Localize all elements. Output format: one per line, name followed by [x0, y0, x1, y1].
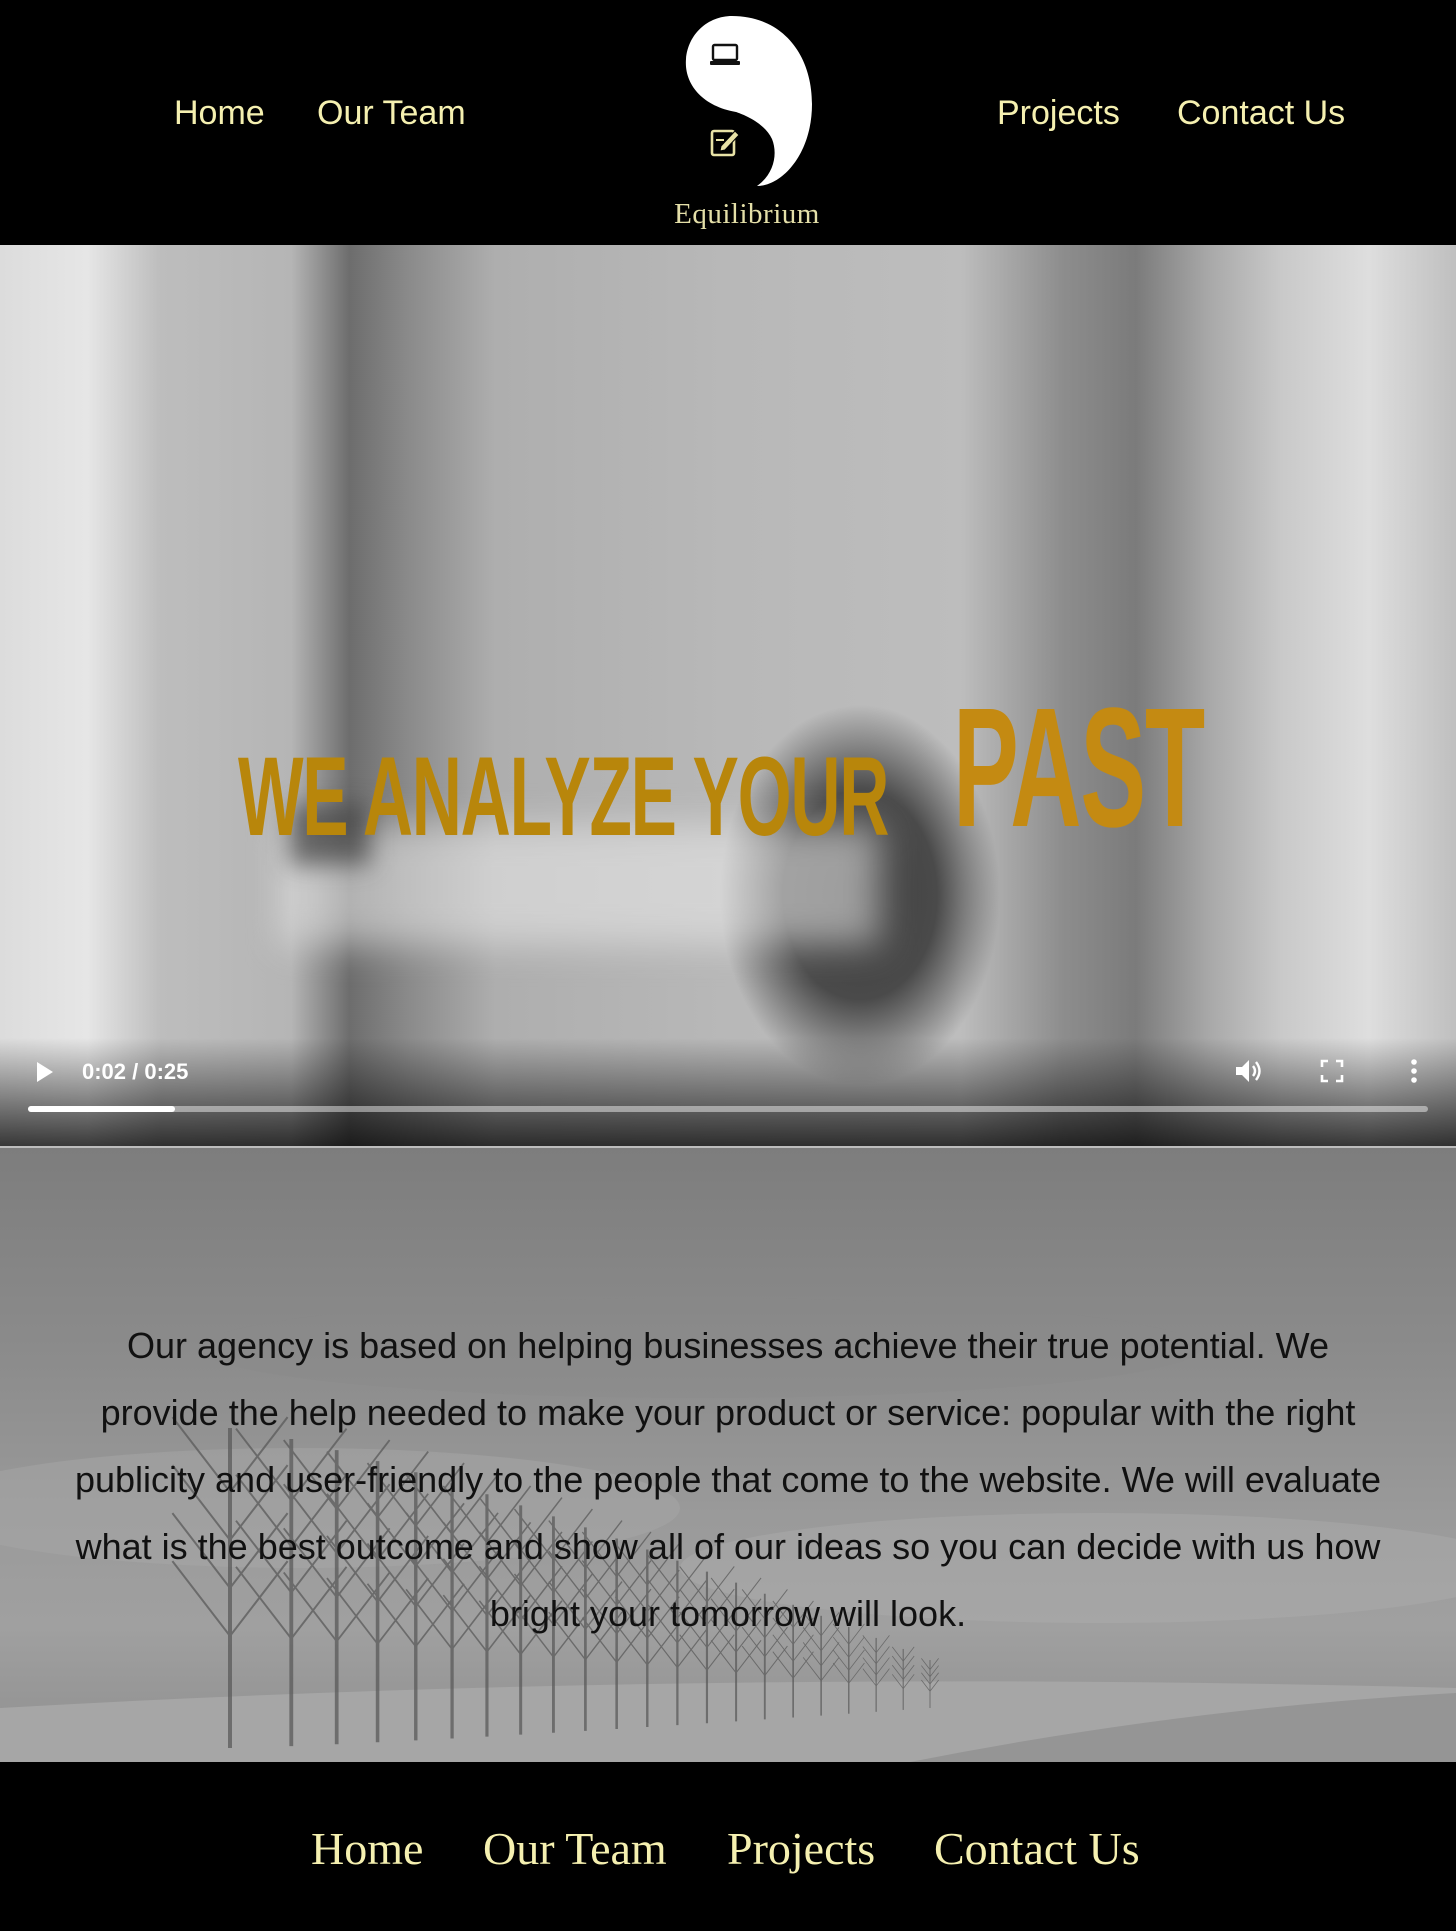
video-progress-fill — [28, 1106, 175, 1112]
laptop-icon — [710, 43, 740, 65]
hero-video[interactable]: WE ANALYZE YOUR PAST 0:02 / 0:25 — [0, 245, 1456, 1146]
headline-big-text: PAST — [953, 673, 1205, 863]
edit-note-icon — [710, 129, 740, 157]
play-icon[interactable] — [30, 1057, 60, 1087]
nav-our-team-link[interactable]: Our Team — [317, 92, 466, 134]
nav-contact-us-link[interactable]: Contact Us — [1177, 92, 1345, 134]
video-time: 0:02 / 0:25 — [82, 1059, 189, 1084]
footer-our-team-link[interactable]: Our Team — [483, 1822, 667, 1875]
nav-home-link[interactable]: Home — [174, 92, 265, 134]
about-section: Our agency is based on helping businesse… — [0, 1146, 1456, 1762]
more-options-icon[interactable] — [1404, 1054, 1424, 1088]
about-paragraph: Our agency is based on helping businesse… — [74, 1325, 1382, 1634]
nav-projects-link[interactable]: Projects — [997, 92, 1120, 134]
site-header: Home Our Team Equilibrium Projects Conta… — [0, 0, 1456, 245]
brand-name: Equilibrium — [674, 198, 820, 230]
video-progress-bar[interactable] — [28, 1106, 1428, 1112]
yin-yang-logo-mark — [685, 16, 812, 186]
video-controls: 0:02 / 0:25 — [0, 1026, 1456, 1146]
footer-projects-link[interactable]: Projects — [727, 1822, 875, 1875]
footer-contact-us-link[interactable]: Contact Us — [934, 1822, 1140, 1875]
fullscreen-icon[interactable] — [1318, 1057, 1346, 1085]
video-headline: WE ANALYZE YOUR PAST — [238, 633, 1386, 853]
volume-icon[interactable] — [1232, 1054, 1266, 1088]
logo[interactable]: Equilibrium — [672, 14, 822, 234]
site-footer: Home Our Team Projects Contact Us — [0, 1762, 1456, 1931]
headline-small-text: WE ANALYZE YOUR — [238, 734, 889, 859]
footer-home-link[interactable]: Home — [311, 1822, 423, 1875]
